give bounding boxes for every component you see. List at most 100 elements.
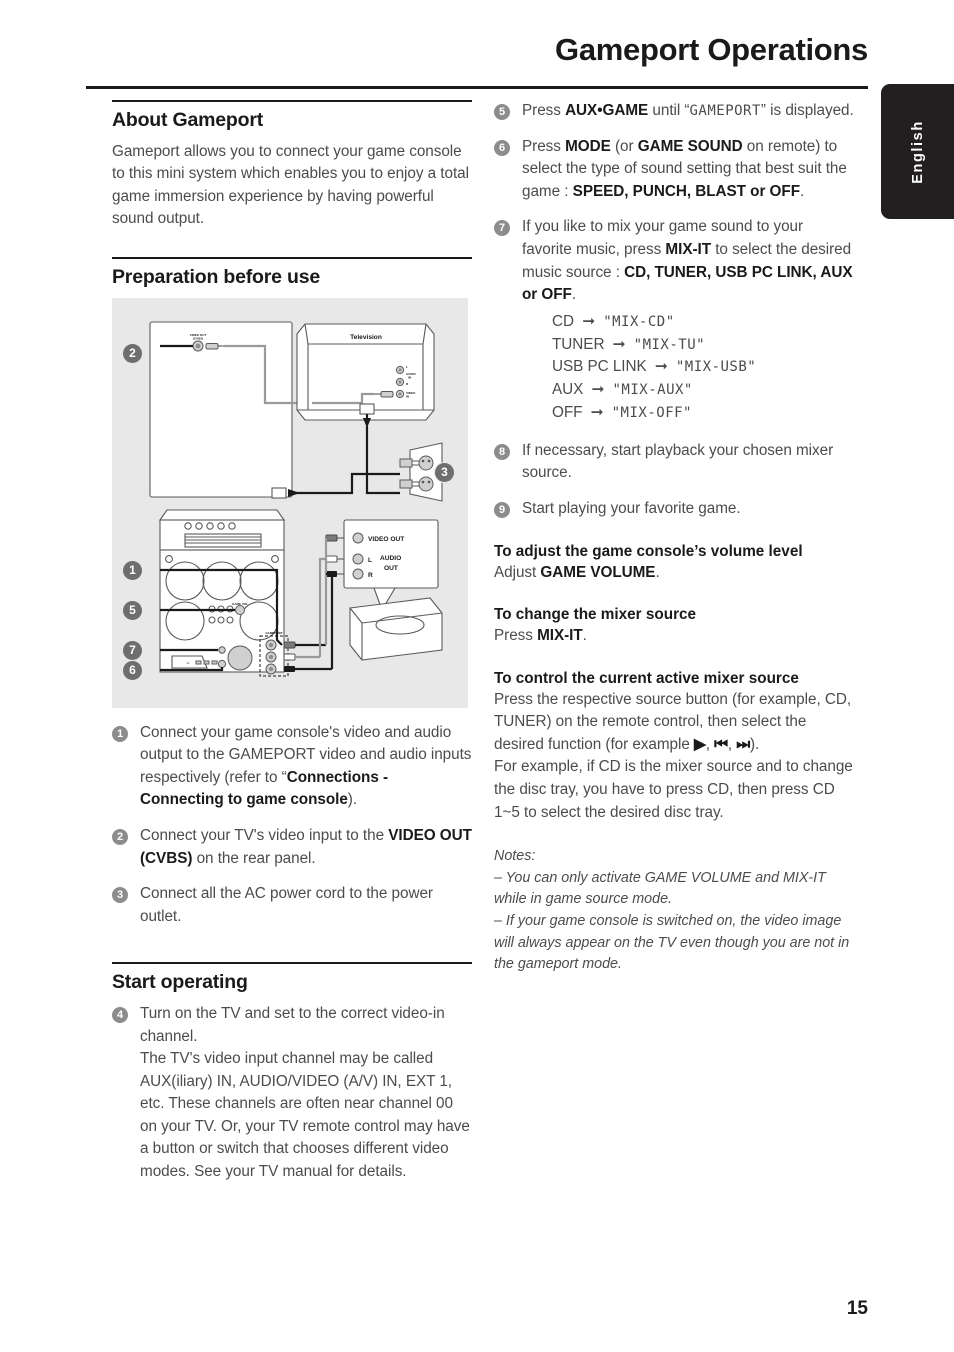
step-number: 3	[112, 887, 128, 904]
step-text: Turn on the TV and set to the correct vi…	[140, 1004, 470, 1181]
step-number: 4	[112, 1006, 128, 1023]
mix-display: "MIX-AUX"	[612, 382, 693, 399]
step-item: 4 Turn on the TV and set to the correct …	[112, 1003, 472, 1184]
arrow-right-icon: ➞	[612, 335, 626, 353]
mix-source: USB PC LINK	[552, 358, 647, 376]
svg-text:L: L	[406, 365, 408, 369]
subsection-heading: To control the current active mixer sour…	[494, 669, 799, 687]
arrow-right-icon: ➞	[590, 403, 604, 421]
step-text: Connect all the AC power cord to the pow…	[140, 885, 433, 925]
svg-text:Television: Television	[350, 334, 382, 341]
svg-text:(CVBS): (CVBS)	[193, 336, 203, 340]
svg-text:R: R	[368, 572, 373, 579]
mix-display: "MIX-OFF"	[611, 404, 692, 421]
subsection-control-active-mixer: To control the current active mixer sour…	[494, 668, 854, 825]
step-item: 5 Press AUX•GAME until “GAMEPORT” is dis…	[494, 100, 854, 123]
section-divider	[112, 256, 472, 259]
subsection-heading: To change the mixer source	[494, 606, 697, 624]
header-divider	[86, 86, 868, 89]
svg-text:IN: IN	[408, 375, 411, 379]
arrow-right-icon: ➞	[582, 312, 595, 330]
section-divider	[112, 100, 472, 102]
subsection-body: Press MIX-IT.	[494, 627, 587, 645]
left-column: About Gameport Gameport allows you to co…	[112, 100, 472, 1197]
about-gameport-heading: About Gameport	[112, 108, 264, 131]
svg-text:⊷: ⊷	[187, 661, 190, 665]
svg-text:L: L	[368, 557, 372, 564]
start-operating-steps: 4 Turn on the TV and set to the correct …	[112, 1003, 472, 1184]
step-item: 8 If necessary, start playback your chos…	[494, 440, 854, 485]
connection-diagram: .ln { stroke:#5a5a5a; stroke-width:1.1; …	[112, 297, 468, 708]
step-text: If necessary, start playback your chosen…	[522, 441, 834, 482]
step-number: 8	[494, 443, 510, 460]
page-title: Gameport Operations	[555, 32, 868, 67]
mix-source: CD	[552, 312, 574, 330]
step-item: 3 Connect all the AC power cord to the p…	[112, 883, 472, 928]
step-item: 9 Start playing your favorite game.	[494, 498, 854, 521]
step-item: 6 Press MODE (or GAME SOUND on remote) t…	[494, 136, 854, 204]
step-text: If you like to mix your game sound to yo…	[522, 218, 853, 304]
mix-mapping-row: AUX ➞ "MIX-AUX"	[552, 379, 854, 402]
page-number: 15	[846, 1298, 868, 1319]
step-item: 7 If you like to mix your game sound to …	[494, 216, 854, 424]
step-item: 2 Connect your TV's video input to the V…	[112, 825, 472, 870]
step-text: Connect your game console's video and au…	[140, 723, 472, 809]
notes-block: Notes: – You can only activate GAME VOLU…	[494, 846, 854, 976]
section-divider	[112, 962, 472, 964]
about-gameport-paragraph: Gameport allows you to connect your game…	[112, 142, 469, 228]
svg-text:AUDIO: AUDIO	[380, 555, 401, 562]
step-text: Press MODE (or GAME SOUND on remote) to …	[522, 137, 847, 200]
diagram-callout-1: 1	[123, 560, 142, 580]
mix-source: TUNER	[552, 335, 605, 353]
diagram-callout-2: 2	[123, 343, 142, 363]
diagram-callout-5: 5	[123, 600, 142, 620]
about-gameport-section: About Gameport Gameport allows you to co…	[112, 100, 472, 231]
subsection-body: Adjust GAME VOLUME.	[494, 563, 660, 581]
mix-source: AUX	[552, 381, 584, 399]
step-text: Connect your TV's video input to the VID…	[140, 826, 472, 867]
mix-source: OFF	[552, 403, 583, 421]
notes-label: Notes:	[494, 848, 536, 865]
step-number: 2	[112, 828, 128, 845]
step-number: 5	[494, 104, 510, 120]
diagram-svg: .ln { stroke:#5a5a5a; stroke-width:1.1; …	[149, 321, 443, 677]
step-number: 7	[494, 220, 510, 237]
preparation-section: Preparation before use	[112, 256, 472, 289]
mix-mapping-row: USB PC LINK ➞ "MIX-USB"	[552, 356, 854, 379]
subsection-body: Press the respective source button (for …	[494, 690, 853, 821]
step-text: Start playing your favorite game.	[522, 499, 741, 517]
mix-display: "MIX-CD"	[603, 313, 675, 330]
step-number: 9	[494, 501, 510, 518]
svg-text:VIDEO OUT: VIDEO OUT	[368, 536, 404, 543]
mix-display: "MIX-USB"	[675, 359, 757, 376]
note-item: – If your game console is switched on, t…	[494, 913, 850, 973]
step-item: 1 Connect your game console's video and …	[112, 722, 472, 812]
preparation-heading: Preparation before use	[112, 265, 320, 288]
svg-text:GAMEPORT: GAMEPORT	[265, 631, 283, 635]
operation-steps: 5 Press AUX•GAME until “GAMEPORT” is dis…	[494, 100, 854, 521]
diagram-callout-3: 3	[435, 462, 454, 482]
mix-mapping-row: TUNER ➞ "MIX-TU"	[552, 334, 854, 357]
language-tab-label: English	[909, 119, 926, 184]
preparation-steps: 1 Connect your game console's video and …	[112, 722, 472, 929]
svg-text:OUT: OUT	[384, 565, 398, 572]
subsection-change-mixer-source: To change the mixer source Press MIX-IT.	[494, 604, 854, 648]
svg-text:IN: IN	[406, 394, 409, 398]
step-number: 1	[112, 725, 128, 742]
language-tab: English	[881, 84, 954, 219]
mix-display: "MIX-TU"	[633, 336, 706, 353]
subsection-game-volume: To adjust the game console’s volume leve…	[494, 541, 854, 585]
diagram-callout-6: 6	[123, 660, 142, 680]
arrow-right-icon: ➞	[591, 381, 605, 399]
arrow-right-icon: ➞	[654, 358, 668, 376]
subsection-heading: To adjust the game console’s volume leve…	[494, 542, 803, 560]
start-operating-heading: Start operating	[112, 970, 248, 993]
start-operating-section: Start operating	[112, 962, 472, 994]
note-item: – You can only activate GAME VOLUME and …	[494, 869, 826, 908]
mix-mapping-row: CD ➞ "MIX-CD"	[552, 311, 854, 334]
diagram-callout-7: 7	[123, 640, 142, 660]
step-number: 6	[494, 139, 510, 156]
step-text: Press AUX•GAME until “GAMEPORT” is displ…	[522, 102, 854, 119]
right-column: 5 Press AUX•GAME until “GAMEPORT” is dis…	[494, 100, 854, 976]
mix-it-mapping-list: CD ➞ "MIX-CD" TUNER ➞ "MIX-TU" USB PC LI…	[552, 311, 854, 425]
